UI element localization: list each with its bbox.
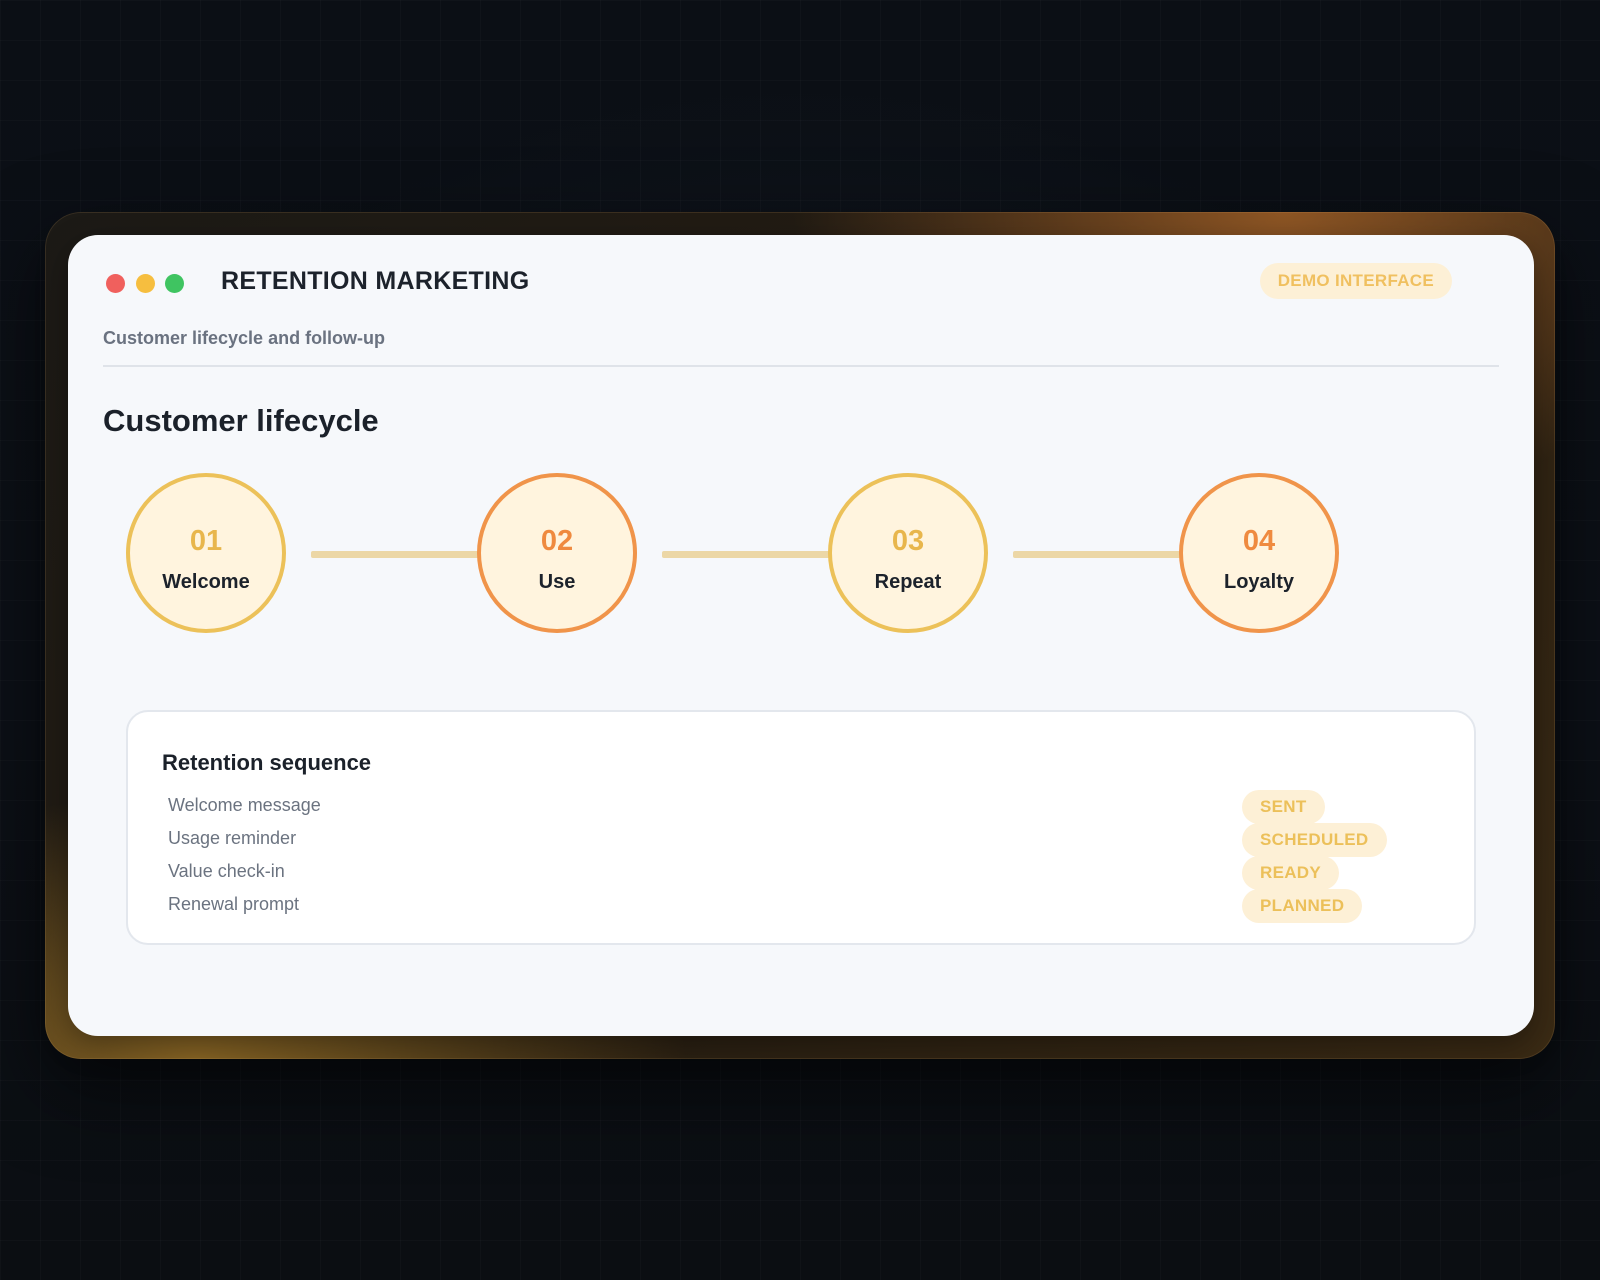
stage-connector: [1013, 551, 1183, 558]
status-badge: READY: [1242, 856, 1340, 890]
sequence-item-name: Renewal prompt: [168, 894, 300, 914]
sequence-row[interactable]: Renewal prompt PLANNED: [128, 889, 1474, 923]
app-window: RETENTION MARKETING DEMO INTERFACE Custo…: [68, 235, 1534, 1036]
stage-welcome[interactable]: 01 Welcome: [126, 473, 286, 633]
stage-number: 04: [1242, 525, 1276, 557]
stage-connector: [662, 551, 832, 558]
lifecycle-title: Customer lifecycle: [103, 403, 379, 438]
stage-label: Loyalty: [1223, 571, 1295, 593]
stage-number: 01: [189, 525, 223, 557]
close-window-button[interactable]: [106, 274, 125, 293]
header-divider: [103, 365, 1499, 367]
sequence-row[interactable]: Welcome message SENT: [128, 790, 1474, 824]
retention-sequence-card: Retention sequence Welcome message SENT …: [126, 710, 1476, 945]
title-bar: RETENTION MARKETING DEMO INTERFACE: [106, 263, 1496, 303]
lifecycle-stages: 01 Welcome 02 Use 03 Repeat 04 Loyalty: [126, 473, 1356, 643]
stage-connector: [311, 551, 481, 558]
stage-number: 03: [891, 525, 925, 557]
stage-use[interactable]: 02 Use: [477, 473, 637, 633]
maximize-window-button[interactable]: [165, 274, 184, 293]
stage-loyalty[interactable]: 04 Loyalty: [1179, 473, 1339, 633]
sequence-item-name: Value check-in: [168, 861, 285, 881]
app-title: RETENTION MARKETING: [221, 267, 530, 295]
stage-label: Repeat: [874, 571, 942, 593]
sequence-item-name: Welcome message: [168, 795, 321, 815]
card-title: Retention sequence: [162, 750, 372, 775]
stage-label: Welcome: [162, 571, 250, 593]
minimize-window-button[interactable]: [136, 274, 155, 293]
sequence-row[interactable]: Usage reminder SCHEDULED: [128, 823, 1474, 857]
status-badge: SCHEDULED: [1242, 823, 1387, 857]
stage-label: Use: [538, 571, 576, 593]
sequence-row[interactable]: Value check-in READY: [128, 856, 1474, 890]
sequence-item-name: Usage reminder: [168, 828, 297, 848]
status-badge: PLANNED: [1242, 889, 1363, 923]
stage-repeat[interactable]: 03 Repeat: [828, 473, 988, 633]
status-badge: SENT: [1242, 790, 1325, 824]
stage-number: 02: [540, 525, 574, 557]
demo-badge: DEMO INTERFACE: [1259, 263, 1452, 299]
page-subtitle: Customer lifecycle and follow-up: [103, 328, 386, 348]
